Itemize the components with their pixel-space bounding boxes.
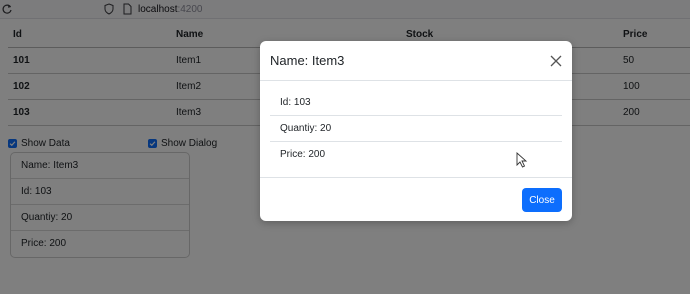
dialog-header: Name: Item3 — [260, 41, 572, 81]
dialog-list-item: Quantiy: 20 — [270, 116, 562, 142]
cursor-icon — [516, 152, 528, 168]
item-dialog: Name: Item3 Id: 103 Quantiy: 20 Price: 2… — [260, 41, 572, 221]
dialog-title: Name: Item3 — [270, 53, 345, 68]
dialog-footer: Close — [260, 177, 572, 221]
close-button[interactable]: Close — [522, 188, 562, 212]
dialog-list-item: Id: 103 — [270, 90, 562, 116]
close-icon[interactable] — [548, 53, 564, 69]
